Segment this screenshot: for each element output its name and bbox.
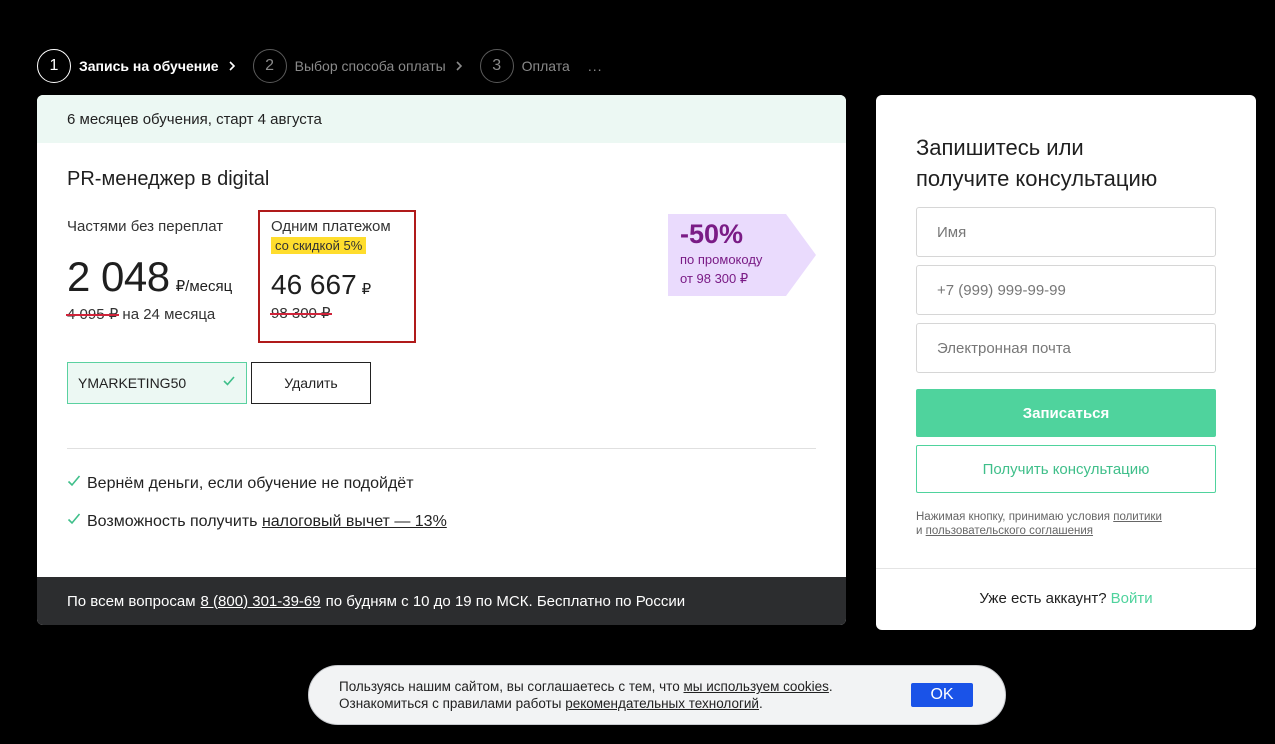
chevron-right-icon (227, 61, 237, 71)
support-prefix: По всем вопросам (67, 592, 196, 610)
single-payment-currency: ₽ (361, 281, 372, 298)
privacy-policy-link[interactable]: политики (1113, 511, 1162, 523)
cookie-line-2: Ознакомиться с правилами работы (339, 696, 562, 711)
installment-amount: 2 048 (67, 253, 170, 300)
support-footer: По всем вопросам 8 (800) 301-39-69 по бу… (37, 577, 846, 625)
form-title-line-2: получите консультацию (916, 166, 1158, 191)
terms-prefix: Нажимая кнопку, принимаю условия (916, 511, 1111, 523)
benefit-tax-text: Возможность получить (87, 512, 258, 530)
step-label: Оплата (521, 58, 570, 74)
step-number: 3 (479, 49, 514, 83)
course-card: 6 месяцев обучения, старт 4 августа PR-м… (37, 95, 846, 625)
step-payment[interactable]: 3 Оплата (479, 49, 570, 83)
divider (67, 448, 816, 449)
support-phone-link[interactable]: 8 (800) 301-39-69 (201, 593, 321, 610)
support-suffix: по будням с 10 до 19 по МСК. Бесплатно п… (325, 592, 686, 610)
benefit-refund-text: Вернём деньги, если обучение не подойдёт (87, 474, 414, 492)
phone-field[interactable] (916, 265, 1216, 315)
single-payment-label: Одним платежом (271, 218, 391, 235)
signup-form-card: Запишитесь или получите консультацию Зап… (876, 95, 1256, 630)
installment-period: на 24 месяца (122, 306, 216, 323)
course-duration-banner: 6 месяцев обучения, старт 4 августа (37, 95, 846, 143)
promo-code-value: YMARKETING50 (78, 375, 187, 391)
step-label: Выбор способа оплаты (294, 58, 446, 74)
promo-percent: -50% (680, 219, 744, 249)
step-enrollment[interactable]: 1 Запись на обучение (37, 49, 237, 83)
check-icon (222, 374, 236, 391)
discount-badge: со скидкой 5% (271, 237, 367, 254)
login-link[interactable]: Войти (1111, 590, 1153, 607)
single-payment-old-amount: 98 300 ₽ (270, 305, 332, 322)
cookie-text: Пользуясь нашим сайтом, вы соглашаетесь … (339, 679, 833, 711)
installment-label: Частями без переплат (67, 218, 224, 235)
tax-deduction-link[interactable]: налоговый вычет — 13% (262, 513, 447, 531)
promo-discount-flag: -50% по промокоду от 98 300 ₽ (668, 214, 816, 296)
installment-price[interactable]: Частями без переплат 2 048 ₽/месяц 4 095… (65, 218, 233, 323)
course-duration: 6 месяцев обучения, старт 4 августа (67, 110, 322, 128)
terms-and: и (916, 525, 923, 537)
cookie-ok-button[interactable]: OK (911, 683, 973, 707)
consultation-button[interactable]: Получить консультацию (916, 445, 1216, 493)
promo-line-1: по промокоду (680, 252, 763, 267)
step-label: Запись на обучение (79, 58, 219, 74)
benefit-tax: Возможность получить налоговый вычет — 1… (67, 512, 447, 531)
stepper-more: ... (587, 58, 603, 74)
check-icon (67, 512, 81, 531)
cookie-line-1: Пользуясь нашим сайтом, вы соглашаетесь … (339, 679, 680, 694)
login-prefix: Уже есть аккаунт? (979, 590, 1107, 607)
form-title-line-1: Запишитесь или (916, 135, 1084, 160)
step-payment-method[interactable]: 2 Выбор способа оплаты (252, 49, 464, 83)
user-agreement-link[interactable]: пользовательского соглашения (926, 525, 1093, 537)
single-payment-amount: 46 667 (271, 269, 357, 300)
checkout-stepper: 1 Запись на обучение 2 Выбор способа опл… (37, 49, 603, 83)
installment-old-amount: 4 095 ₽ (65, 306, 120, 323)
terms-notice: Нажимая кнопку, принимаю условия политик… (916, 510, 1216, 538)
benefit-refund: Вернём деньги, если обучение не подойдёт (67, 474, 414, 493)
name-field[interactable] (916, 207, 1216, 257)
login-prompt: Уже есть аккаунт? Войти (876, 590, 1256, 607)
chevron-right-icon (454, 61, 464, 71)
form-title: Запишитесь или получите консультацию (916, 132, 1157, 194)
installment-unit: ₽/месяц (175, 278, 233, 295)
delete-promo-button[interactable]: Удалить (251, 362, 371, 404)
promo-code-field[interactable]: YMARKETING50 (67, 362, 247, 404)
submit-button[interactable]: Записаться (916, 389, 1216, 437)
recommendation-tech-link[interactable]: рекомендательных технологий (565, 696, 759, 711)
course-title: PR-менеджер в digital (67, 168, 270, 190)
promo-line-2: от 98 300 ₽ (680, 271, 749, 286)
cookie-banner: Пользуясь нашим сайтом, вы соглашаетесь … (308, 665, 1006, 725)
step-number: 2 (252, 49, 287, 83)
check-icon (67, 474, 81, 493)
step-number: 1 (37, 49, 71, 83)
divider (876, 568, 1256, 569)
single-payment-price[interactable]: Одним платежом со скидкой 5% 46 667 ₽ 98… (258, 210, 416, 343)
cookies-link[interactable]: мы используем cookies (683, 679, 828, 694)
email-field[interactable] (916, 323, 1216, 373)
